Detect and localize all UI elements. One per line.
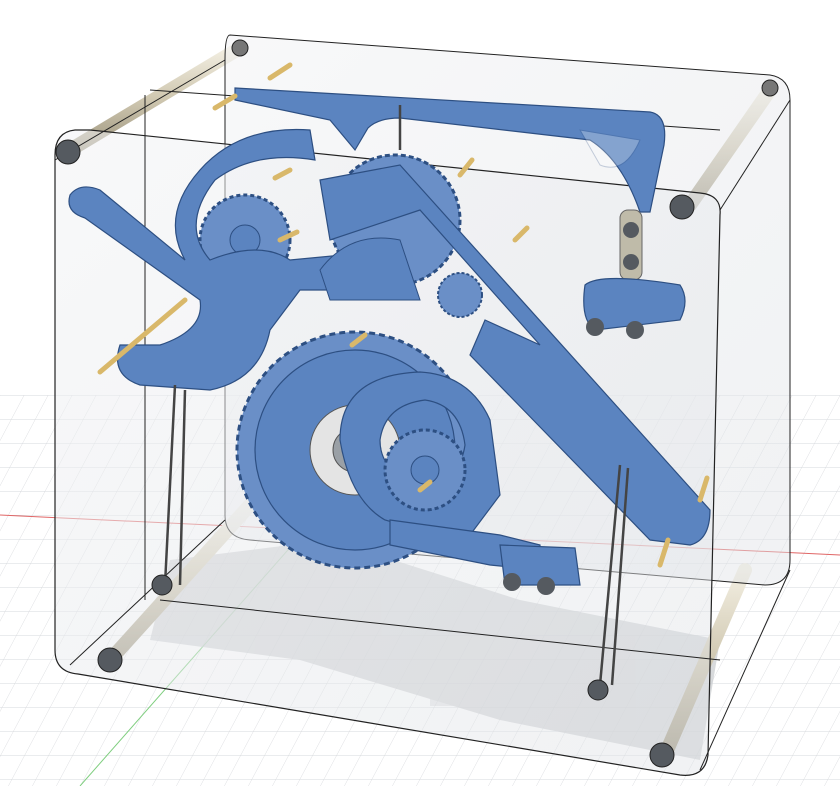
corner-standoff-bolt[interactable] [97,647,123,673]
corner-standoff-bolt[interactable] [587,679,609,701]
small-pinion[interactable] [437,272,483,318]
side-bracket-bolt[interactable] [586,318,604,336]
cad-scene[interactable] [0,0,840,786]
corner-standoff-bolt[interactable] [231,39,249,57]
corner-standoff-bolt[interactable] [669,194,695,220]
front-block-bolt[interactable] [503,573,521,591]
cad-viewport[interactable] [0,0,840,786]
corner-standoff-bolt[interactable] [649,742,675,768]
lower-right-gear[interactable] [383,428,467,512]
corner-standoff-bolt[interactable] [151,574,173,596]
side-bracket-bolt[interactable] [623,222,639,238]
side-bracket-bolt[interactable] [626,321,644,339]
corner-standoff-bolt[interactable] [55,139,81,165]
corner-standoff-bolt[interactable] [761,79,779,97]
side-bracket-bolt[interactable] [623,254,639,270]
front-block-bolt[interactable] [537,577,555,595]
